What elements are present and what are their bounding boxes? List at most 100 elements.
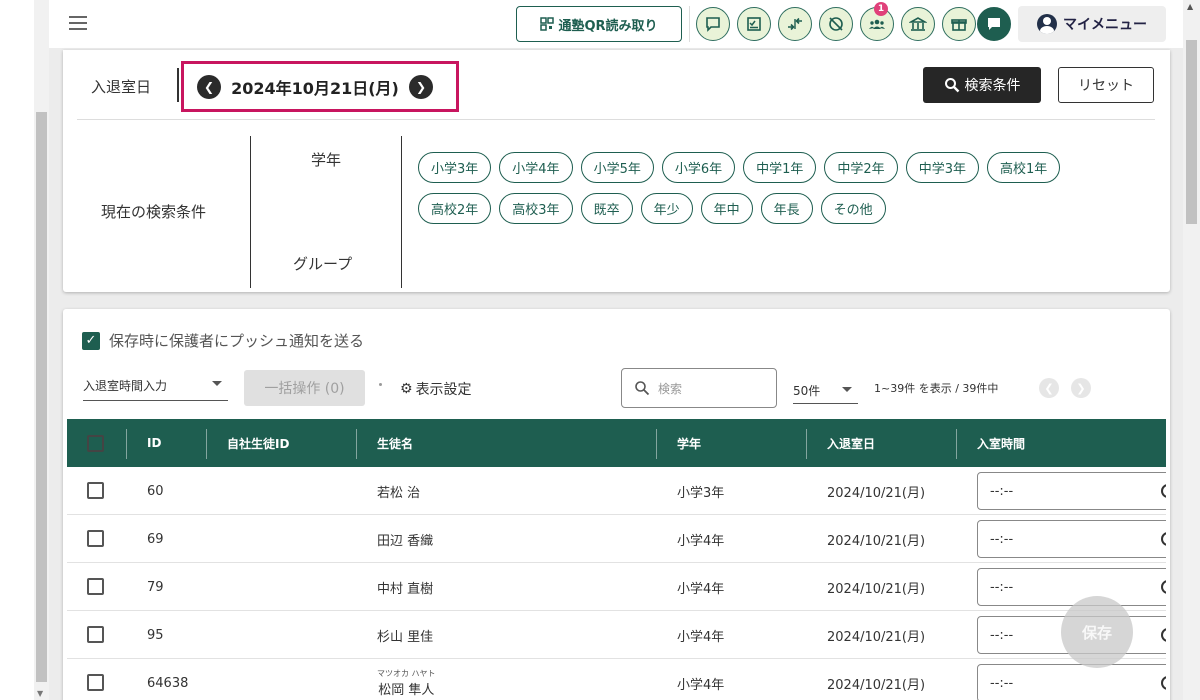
clock-icon[interactable]: [1161, 628, 1166, 642]
search-icon: [944, 78, 959, 93]
grade-chip[interactable]: 中学1年: [743, 152, 817, 183]
search-card: 入退室日 ❮ 2024年10月21日(月) ❯ 検索条件 リセット 現在の検索条…: [63, 50, 1170, 292]
next-date-button[interactable]: ❯: [409, 74, 433, 99]
grade-chip[interactable]: 高校2年: [418, 193, 492, 224]
header-entry-time[interactable]: 入室時間: [977, 419, 1025, 467]
grade-chip[interactable]: 年長: [760, 193, 813, 224]
table-row: 69 田辺 香織 小学4年 2024/10/21(月) --:--: [67, 515, 1166, 563]
school-building-icon[interactable]: [901, 7, 935, 41]
transfer-arrows-icon[interactable]: [778, 7, 812, 41]
cell-date: 2024/10/21(月): [827, 629, 926, 645]
entry-time-input[interactable]: --:--: [977, 568, 1166, 606]
scroll-down-arrow-icon[interactable]: ▼: [37, 689, 43, 698]
account-avatar-icon: [1037, 14, 1057, 34]
grade-chip[interactable]: 小学4年: [499, 152, 573, 183]
cell-id: 95: [147, 627, 164, 643]
table-header: ID 自社生徒ID 生徒名 学年 入退室日 入室時間: [67, 419, 1166, 467]
chevron-right-icon: ❯: [1076, 381, 1086, 395]
search-conditions-button[interactable]: 検索条件: [923, 67, 1041, 103]
save-button[interactable]: 保存: [1061, 596, 1133, 668]
hamburger-menu-icon[interactable]: [69, 16, 87, 30]
grade-chip[interactable]: 小学6年: [661, 152, 736, 183]
notification-badge: 1: [874, 2, 888, 16]
table-row: 64638 マツオカ ハヤト 松岡 隼人 小学4年 2024/10/21(月) …: [67, 659, 1166, 700]
cell-name: 田辺 香織: [377, 533, 434, 549]
no-location-icon[interactable]: [819, 7, 853, 41]
message-icon[interactable]: [696, 7, 730, 41]
date-divider: [177, 68, 179, 102]
grade-chip[interactable]: 中学2年: [824, 152, 898, 183]
row-checkbox[interactable]: [87, 482, 104, 499]
time-input-mode-select[interactable]: 入退室時間入力: [83, 373, 228, 401]
header-separator: [806, 429, 807, 459]
entry-time-input[interactable]: --:--: [977, 472, 1166, 510]
push-notification-option[interactable]: ✓ 保存時に保護者にプッシュ通知を送る: [82, 330, 364, 351]
current-date: 2024年10月21日(月): [231, 78, 399, 98]
row-checkbox[interactable]: [87, 626, 104, 643]
entry-time-input[interactable]: --:--: [977, 520, 1166, 558]
search-placeholder: 検索: [658, 381, 683, 396]
gift-icon[interactable]: [942, 7, 976, 41]
next-page-button[interactable]: ❯: [1071, 378, 1091, 398]
dot-separator: [379, 383, 382, 386]
clock-icon[interactable]: [1161, 484, 1166, 498]
chevron-left-icon: ❮: [1044, 381, 1054, 395]
group-users-icon[interactable]: 1: [860, 2, 894, 41]
per-page-select[interactable]: 50件: [793, 379, 858, 404]
grade-chip[interactable]: その他: [820, 193, 886, 224]
conditions-divider-right: [401, 136, 402, 288]
left-scrollbar-thumb[interactable]: [36, 112, 47, 682]
grade-chip[interactable]: 年少: [640, 193, 693, 224]
right-scrollbar[interactable]: ▲: [1183, 0, 1200, 700]
checklist-icon[interactable]: [737, 7, 771, 41]
caret-down-icon: [842, 387, 852, 392]
my-menu-button[interactable]: マイメニュー: [1018, 6, 1166, 42]
clock-icon[interactable]: [1161, 580, 1166, 594]
right-scrollbar-thumb[interactable]: [1186, 40, 1197, 224]
cell-date: 2024/10/21(月): [827, 533, 926, 549]
header-grade[interactable]: 学年: [677, 419, 701, 467]
header-own-id[interactable]: 自社生徒ID: [227, 419, 289, 467]
header-name[interactable]: 生徒名: [377, 419, 413, 467]
row-checkbox[interactable]: [87, 530, 104, 547]
cell-date: 2024/10/21(月): [827, 581, 926, 597]
left-scrollbar[interactable]: ▼: [34, 0, 49, 700]
clock-icon[interactable]: [1161, 676, 1166, 690]
row-checkbox[interactable]: [87, 674, 104, 691]
select-all-checkbox[interactable]: [87, 435, 104, 452]
header-date[interactable]: 入退室日: [827, 419, 875, 467]
grade-chip[interactable]: 年中: [700, 193, 753, 224]
search-conditions-label: 検索条件: [964, 78, 1021, 94]
grade-chip[interactable]: 高校3年: [499, 193, 573, 224]
row-checkbox[interactable]: [87, 578, 104, 595]
qr-scan-button[interactable]: 通塾QR読み取り: [516, 6, 682, 42]
grade-label: 学年: [311, 151, 342, 169]
cell-name: マツオカ ハヤト 松岡 隼人: [377, 659, 436, 700]
grade-chip[interactable]: 小学5年: [580, 152, 654, 183]
reset-button[interactable]: リセット: [1058, 67, 1154, 103]
display-settings-button[interactable]: ⚙ 表示設定: [400, 379, 472, 399]
header-id[interactable]: ID: [147, 419, 161, 467]
scroll-up-arrow-icon[interactable]: ▲: [1187, 2, 1193, 11]
attendance-table: ID 自社生徒ID 生徒名 学年 入退室日 入室時間 60 若松 治 小学3年 …: [67, 419, 1166, 700]
header-separator: [656, 429, 657, 459]
clock-icon[interactable]: [1161, 532, 1166, 546]
caret-down-icon: [212, 381, 222, 386]
entry-time-value: --:--: [990, 675, 1014, 691]
grade-chip[interactable]: 高校1年: [986, 152, 1061, 183]
prev-page-button[interactable]: ❮: [1039, 378, 1059, 398]
my-menu-label: マイメニュー: [1063, 17, 1147, 33]
prev-date-button[interactable]: ❮: [197, 74, 221, 99]
top-bar: 通塾QR読み取り 1 マイメニュー: [49, 0, 1183, 48]
per-page-value: 50件: [793, 384, 821, 398]
grade-chips: 小学3年 小学4年 小学5年 小学6年 中学1年 中学2年 中学3年 高校1年 …: [418, 152, 1138, 224]
chat-icon[interactable]: [977, 7, 1011, 41]
push-notification-checkbox[interactable]: ✓: [82, 331, 100, 350]
bulk-action-button[interactable]: 一括操作 (0): [244, 370, 365, 406]
chevron-right-icon: ❯: [415, 79, 427, 94]
search-input[interactable]: 検索: [621, 368, 777, 408]
grade-chip[interactable]: 小学3年: [418, 152, 492, 183]
grade-chip[interactable]: 既卒: [580, 193, 633, 224]
grade-chip[interactable]: 中学3年: [905, 152, 979, 183]
entry-time-input[interactable]: --:--: [977, 664, 1166, 700]
